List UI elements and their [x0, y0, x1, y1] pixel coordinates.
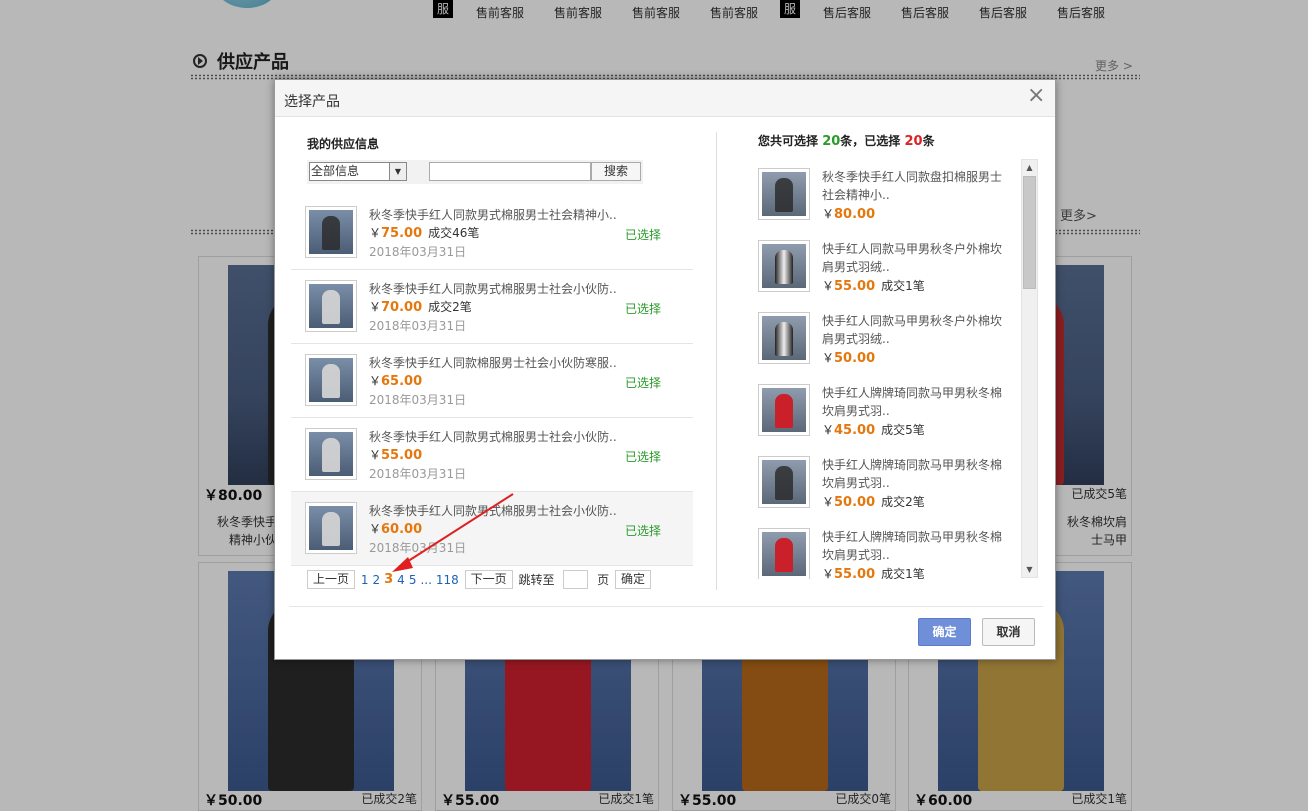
page-link[interactable]: 1 — [361, 573, 369, 587]
selected-status[interactable]: 已选择 — [625, 448, 661, 465]
jump-page-input[interactable] — [563, 570, 589, 589]
product-name[interactable]: 秋冬季快手红人同款男式棉服男士社会精神小.. — [369, 206, 617, 223]
dialog-title: 选择产品 — [284, 94, 340, 110]
scroll-thumb[interactable] — [1023, 176, 1036, 289]
product-thumb — [758, 240, 810, 292]
product-thumb — [305, 428, 357, 480]
product-thumb — [758, 456, 810, 508]
product-date: 2018年03月31日 — [369, 245, 467, 259]
product-row[interactable]: 秋冬季快手红人同款男式棉服男士社会精神小.. ￥75.00 成交46笔 2018年… — [291, 196, 693, 270]
product-name[interactable]: 秋冬季快手红人同款男式棉服男士社会小伙防.. — [369, 280, 617, 297]
page-label: 页 — [597, 573, 610, 587]
product-thumb — [305, 354, 357, 406]
product-thumb — [305, 502, 357, 554]
annotation-arrow-icon — [392, 493, 514, 572]
scroll-up-arrow-icon[interactable]: ▲ — [1022, 160, 1037, 175]
product-price: ￥65.00 — [369, 374, 423, 389]
dialog-header: 选择产品 × — [275, 80, 1055, 117]
product-row[interactable]: 秋冬季快手红人同款男式棉服男士社会小伙防.. ￥70.00 成交2笔 2018年0… — [291, 270, 693, 344]
jump-label: 跳转至 — [518, 573, 555, 587]
scroll-down-arrow-icon[interactable]: ▼ — [1022, 562, 1037, 577]
dropdown-arrow-icon[interactable]: ▼ — [389, 163, 406, 180]
product-thumb — [305, 280, 357, 332]
product-price: ￥55.00 成交1笔 — [822, 567, 925, 579]
product-name[interactable]: 快手红人同款马甲男秋冬户外棉坎肩男式羽绒.. — [822, 240, 1002, 276]
product-price: ￥75.00 成交46笔 — [369, 226, 480, 241]
product-thumb — [758, 168, 810, 220]
selected-item[interactable]: 快手红人同款马甲男秋冬户外棉坎肩男式羽绒.. ￥55.00 成交1笔 — [758, 231, 1038, 303]
selected-list-scrollbar[interactable]: ▲ ▼ — [1021, 159, 1038, 578]
product-price: ￥50.00 成交2笔 — [822, 495, 925, 510]
selected-status[interactable]: 已选择 — [625, 226, 661, 243]
product-row[interactable]: 秋冬季快手红人同款男式棉服男士社会小伙防.. ￥55.00 2018年03月31… — [291, 418, 693, 492]
product-name[interactable]: 快手红人牌牌琦同款马甲男秋冬棉坎肩男式羽.. — [822, 528, 1002, 564]
product-name[interactable]: 快手红人牌牌琦同款马甲男秋冬棉坎肩男式羽.. — [822, 456, 1002, 492]
search-button[interactable]: 搜索 — [591, 162, 641, 181]
product-price: ￥55.00 成交1笔 — [822, 279, 925, 294]
selected-item[interactable]: 快手红人同款马甲男秋冬户外棉坎肩男式羽绒.. ￥50.00 — [758, 303, 1038, 375]
panel-heading: 我的供应信息 — [307, 137, 380, 151]
product-date: 2018年03月31日 — [369, 467, 467, 481]
jump-confirm-button[interactable]: 确定 — [615, 570, 652, 589]
product-thumb — [758, 312, 810, 364]
product-price: ￥80.00 — [822, 207, 876, 222]
category-select[interactable]: 全部信息 ▼ — [309, 162, 407, 181]
selected-item[interactable]: 快手红人牌牌琦同款马甲男秋冬棉坎肩男式羽.. ￥45.00 成交5笔 — [758, 375, 1038, 447]
product-thumb — [758, 384, 810, 436]
filter-bar: 全部信息 ▼ 搜索 — [307, 160, 643, 184]
product-name[interactable]: 秋冬季快手红人同款棉服男士社会小伙防寒服.. — [369, 354, 617, 371]
selected-item[interactable]: 秋冬季快手红人同款盘扣棉服男士社会精神小.. ￥80.00 — [758, 159, 1038, 231]
product-row[interactable]: 秋冬季快手红人同款棉服男士社会小伙防寒服.. ￥65.00 2018年03月31… — [291, 344, 693, 418]
selection-count: 您共可选择 20条，已选择 20条 — [758, 134, 935, 149]
product-name[interactable]: 快手红人同款马甲男秋冬户外棉坎肩男式羽绒.. — [822, 312, 1002, 348]
product-date: 2018年03月31日 — [369, 319, 467, 333]
confirm-button[interactable]: 确定 — [918, 618, 971, 646]
selected-status[interactable]: 已选择 — [625, 300, 661, 317]
product-price: ￥45.00 成交5笔 — [822, 423, 925, 438]
selected-item[interactable]: 快手红人牌牌琦同款马甲男秋冬棉坎肩男式羽.. ￥50.00 成交2笔 — [758, 447, 1038, 519]
prev-page-button[interactable]: 上一页 — [307, 570, 356, 589]
product-name[interactable]: 秋冬季快手红人同款盘扣棉服男士社会精神小.. — [822, 168, 1002, 204]
selected-list[interactable]: 秋冬季快手红人同款盘扣棉服男士社会精神小.. ￥80.00 快手红人同款马甲男秋… — [758, 159, 1038, 579]
selected-item[interactable]: 快手红人牌牌琦同款马甲男秋冬棉坎肩男式羽.. ￥55.00 成交1笔 — [758, 519, 1038, 579]
page-link[interactable]: 2 — [372, 573, 380, 587]
product-date: 2018年03月31日 — [369, 393, 467, 407]
product-name[interactable]: 秋冬季快手红人同款男式棉服男士社会小伙防.. — [369, 428, 617, 445]
product-name[interactable]: 快手红人牌牌琦同款马甲男秋冬棉坎肩男式羽.. — [822, 384, 1002, 420]
product-price: ￥70.00 成交2笔 — [369, 300, 472, 315]
product-thumb — [305, 206, 357, 258]
selected-panel: 您共可选择 20条，已选择 20条 秋冬季快手红人同款盘扣棉服男士社会精神小..… — [758, 132, 1040, 582]
product-price: ￥55.00 — [369, 448, 423, 463]
cancel-button[interactable]: 取消 — [982, 618, 1035, 646]
footer-divider — [289, 606, 1043, 607]
product-thumb — [758, 528, 810, 579]
panel-divider — [716, 132, 717, 590]
search-input[interactable] — [429, 162, 591, 181]
close-icon[interactable]: × — [1027, 85, 1045, 107]
selected-status[interactable]: 已选择 — [625, 374, 661, 391]
selected-status[interactable]: 已选择 — [625, 522, 661, 539]
product-price: ￥50.00 — [822, 351, 876, 366]
